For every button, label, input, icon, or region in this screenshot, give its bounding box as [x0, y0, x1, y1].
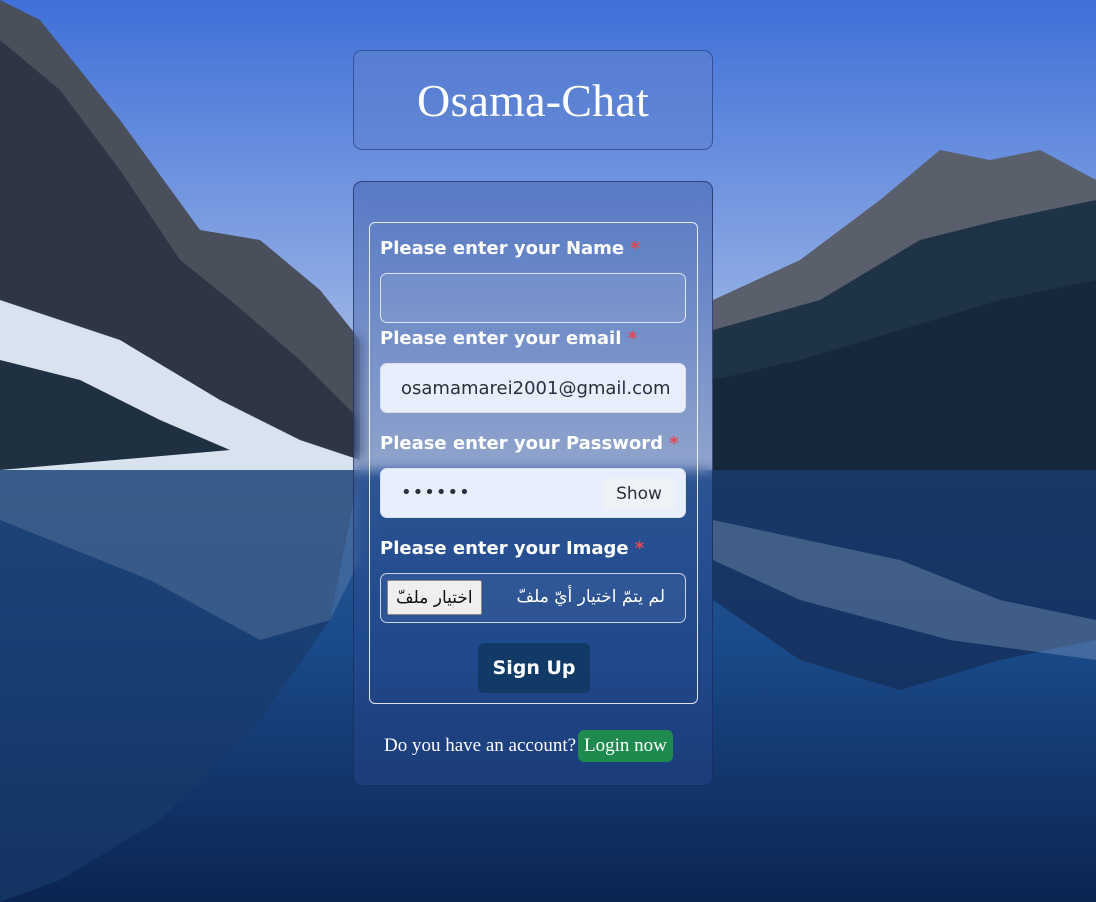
- required-mark: *: [630, 238, 640, 259]
- app-title: Osama-Chat: [417, 74, 649, 126]
- login-now-button[interactable]: Login now: [578, 730, 673, 762]
- login-prompt: Do you have an account? Login now: [384, 730, 673, 762]
- password-label: Please enter your Password *: [380, 433, 679, 454]
- name-label-text: Please enter your Name: [380, 238, 625, 259]
- required-mark: *: [634, 538, 645, 559]
- password-input[interactable]: •••••• Show: [380, 468, 686, 518]
- email-input[interactable]: osamamarei2001@gmail.com: [380, 363, 686, 413]
- choose-file-button[interactable]: اختيار ملفّ: [387, 580, 482, 615]
- required-mark: *: [669, 433, 679, 454]
- login-prompt-text: Do you have an account?: [384, 735, 577, 756]
- app-header-card: Osama-Chat: [353, 50, 713, 150]
- image-label: Please enter your Image *: [380, 538, 644, 559]
- file-status-text: لم يتمّ اختيار أيّ ملفّ: [516, 587, 665, 607]
- signup-form-card: Please enter your Name * Please enter yo…: [353, 181, 713, 786]
- email-value: osamamarei2001@gmail.com: [401, 378, 671, 399]
- name-input[interactable]: [380, 273, 686, 323]
- email-label: Please enter your email *: [380, 328, 637, 349]
- password-value: ••••••: [401, 482, 471, 503]
- signup-button[interactable]: Sign Up: [478, 643, 590, 693]
- password-label-text: Please enter your Password: [380, 433, 663, 454]
- image-file-input[interactable]: لم يتمّ اختيار أيّ ملفّ اختيار ملفّ: [380, 573, 686, 623]
- show-password-button[interactable]: Show: [603, 478, 675, 510]
- name-label: Please enter your Name *: [380, 238, 640, 259]
- image-label-text: Please enter your Image: [380, 538, 629, 559]
- signup-form: Please enter your Name * Please enter yo…: [369, 222, 698, 704]
- email-label-text: Please enter your email: [380, 328, 622, 349]
- required-mark: *: [627, 328, 638, 349]
